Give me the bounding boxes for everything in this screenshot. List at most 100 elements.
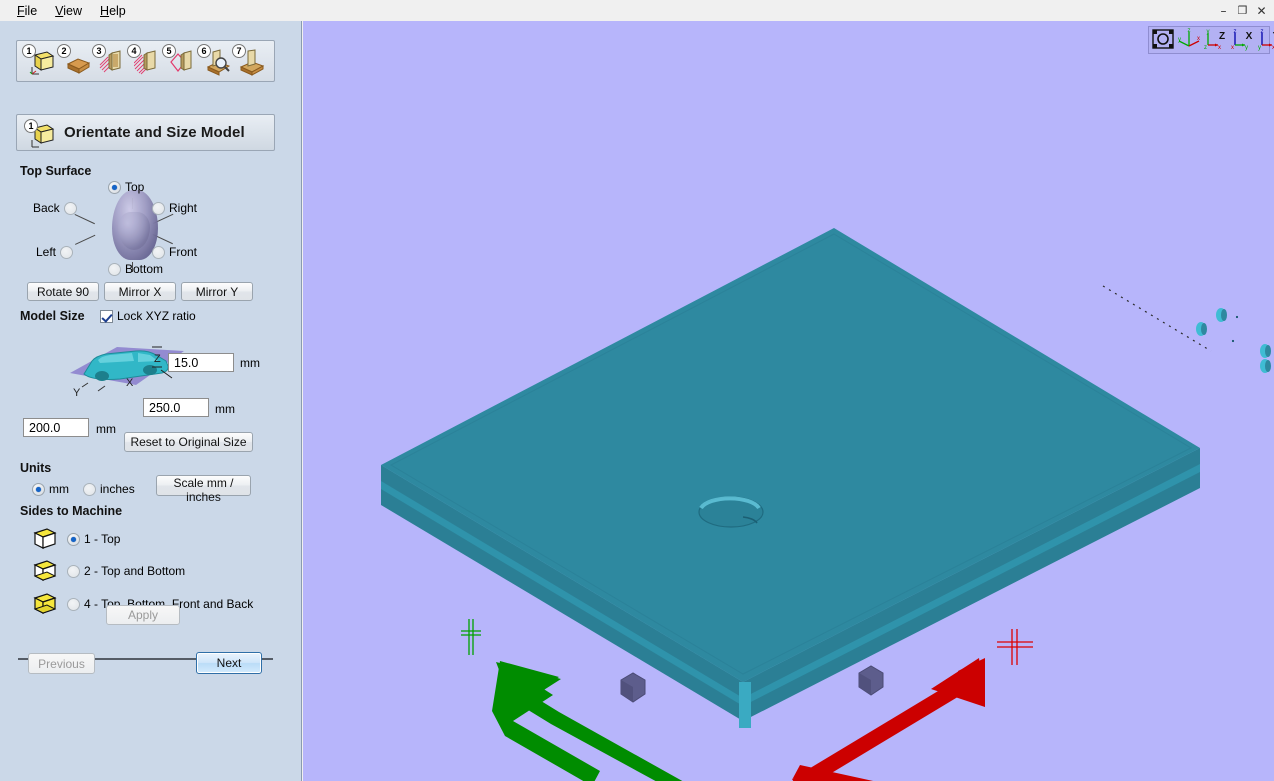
cube-four-sides-icon (33, 593, 57, 614)
svg-text:y: y (1178, 37, 1181, 43)
scale-mm-inches-button[interactable]: Scale mm / inches (156, 475, 251, 504)
close-button[interactable]: ✕ (1253, 2, 1270, 19)
clamp-right (858, 665, 884, 696)
units-option-inches-label: inches (100, 482, 135, 496)
top-surface-option-left[interactable]: Left (36, 245, 74, 259)
step-toolbar: 1 2 3 4 5 6 7 (16, 40, 275, 82)
axis-y-label: Y (73, 387, 81, 399)
menu-item-view[interactable]: View (46, 2, 91, 20)
svg-text:y: y (1207, 29, 1210, 35)
view-axis-icon: z x y X (1231, 29, 1253, 51)
view-y-button[interactable]: z y x Y (1257, 28, 1274, 52)
view-axis-icon: z y x Y (1258, 29, 1274, 51)
menu-file-rest: ile (24, 3, 38, 18)
ts-line-back (74, 214, 95, 225)
cube-top-bottom-icon (33, 560, 57, 581)
top-surface-option-back-label: Back (33, 201, 60, 215)
step-number-1: 1 (22, 44, 36, 58)
page-title: Orientate and Size Model (64, 124, 245, 141)
z-size-input[interactable] (168, 353, 234, 372)
units-section-label: Units (20, 461, 52, 475)
step-number-2: 2 (57, 44, 71, 58)
sides-option-2-top-bottom[interactable]: 2 - Top and Bottom (30, 558, 185, 584)
svg-text:y: y (1258, 45, 1261, 51)
isometric-view-button[interactable]: z y x (1176, 28, 1202, 52)
svg-text:z: z (1234, 29, 1237, 35)
sides-to-machine-section-label: Sides to Machine (20, 504, 123, 518)
step-number-5: 5 (162, 44, 176, 58)
radio-sides-4[interactable] (67, 597, 80, 611)
top-surface-selector: Top Right Front Bottom Left Back (20, 176, 280, 281)
step-button-5[interactable]: 5 (161, 42, 196, 80)
mirror-y-button[interactable]: Mirror Y (181, 282, 253, 301)
radio-left[interactable] (60, 245, 74, 259)
sides-option-1-label: 1 - Top (84, 532, 121, 546)
minimize-button[interactable]: – (1215, 2, 1232, 19)
radio-front[interactable] (152, 245, 165, 259)
y-unit-label: mm (96, 422, 116, 436)
current-step-number: 1 (24, 118, 38, 133)
next-button[interactable]: Next (196, 652, 262, 674)
radio-right[interactable] (152, 201, 165, 215)
step-button-1[interactable]: 1 (21, 42, 56, 80)
plate-pin-features (1196, 308, 1271, 373)
x-unit-label: mm (215, 402, 235, 416)
menu-item-help[interactable]: Help (91, 2, 135, 20)
sides-option-1-top[interactable]: 1 - Top (30, 526, 120, 552)
step-number-6: 6 (197, 44, 211, 58)
units-option-inches[interactable]: inches (83, 482, 135, 496)
y-origin-marker (461, 619, 481, 655)
x-size-input[interactable] (143, 398, 209, 417)
view-axis-icon: y z x Z (1204, 29, 1225, 51)
step-number-4: 4 (127, 44, 141, 58)
rotate-90-button[interactable]: Rotate 90 (27, 282, 99, 301)
step-button-3[interactable]: 3 (91, 42, 126, 80)
svg-text:z: z (1204, 45, 1207, 51)
mirror-x-button[interactable]: Mirror X (104, 282, 176, 301)
svg-text:x: x (1218, 45, 1221, 51)
plate-counterbore-left (698, 496, 764, 528)
top-surface-option-back[interactable]: Back (33, 201, 77, 215)
svg-text:z: z (1261, 29, 1264, 35)
step-number-3: 3 (92, 44, 106, 58)
apply-button[interactable]: Apply (106, 605, 180, 625)
restore-button[interactable]: ❐ (1234, 2, 1251, 19)
radio-inches[interactable] (83, 482, 96, 496)
top-surface-option-top[interactable]: Top (108, 180, 144, 194)
step-button-2[interactable]: 2 (56, 42, 91, 80)
axis-x-label: X (126, 377, 134, 389)
top-surface-option-right[interactable]: Right (152, 201, 197, 215)
top-surface-option-right-label: Right (169, 201, 198, 215)
view-toolbar: z y x y z x Z z x y X z y x (1148, 26, 1274, 54)
machined-plate-model (381, 228, 1271, 781)
units-option-mm[interactable]: mm (32, 482, 69, 496)
y-axis-arrow-solid (496, 662, 683, 781)
top-surface-option-top-label: Top (125, 180, 145, 194)
view-x-button[interactable]: z x y X (1230, 28, 1256, 52)
previous-button[interactable]: Previous (28, 653, 95, 674)
radio-top[interactable] (108, 180, 121, 194)
top-surface-option-bottom[interactable]: Bottom (108, 262, 163, 276)
radio-back[interactable] (63, 201, 77, 215)
menu-item-file[interactable]: File (8, 2, 46, 20)
view-x-label: X (1246, 31, 1253, 42)
top-surface-option-front[interactable]: Front (152, 245, 197, 259)
reset-to-original-size-button[interactable]: Reset to Original Size (124, 432, 253, 452)
radio-mm[interactable] (32, 482, 45, 496)
step-button-7[interactable]: 7 (231, 42, 266, 80)
step-button-4[interactable]: 4 (126, 42, 161, 80)
plate-trace-dotted (1102, 285, 1212, 352)
view-z-button[interactable]: y z x Z (1203, 28, 1229, 52)
step-number-7: 7 (232, 44, 246, 58)
zoom-to-fit-button[interactable] (1151, 28, 1175, 52)
radio-sides-1[interactable] (67, 532, 80, 546)
radio-bottom[interactable] (108, 262, 121, 276)
isometric-view-icon: z y x (1178, 28, 1200, 47)
y-size-input[interactable] (23, 418, 89, 437)
radio-sides-2[interactable] (67, 564, 80, 578)
clamp-left (620, 672, 646, 703)
z-unit-label: mm (240, 356, 260, 370)
3d-viewport[interactable]: z y x y z x Z z x y X z y x (303, 21, 1274, 781)
menu-help-rest: elp (109, 3, 126, 18)
step-button-6[interactable]: 6 (196, 42, 231, 80)
